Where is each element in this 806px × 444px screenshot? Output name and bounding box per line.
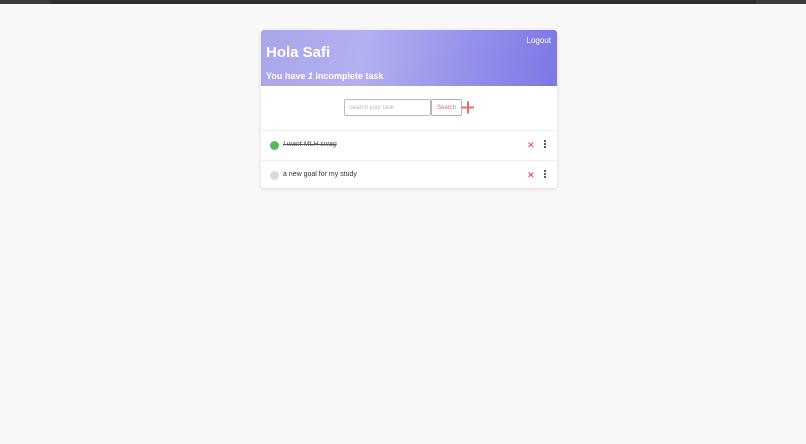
summary-suffix: incomplete task xyxy=(312,71,384,81)
greeting-title: Hola Safi xyxy=(266,44,331,61)
browser-top-bar xyxy=(0,0,806,4)
task-status-toggle[interactable] xyxy=(270,171,279,180)
todo-card: Logout Hola Safi You have 1 incomplete t… xyxy=(261,30,557,188)
search-input[interactable] xyxy=(344,99,431,116)
top-bar-right-segment xyxy=(756,0,806,4)
task-item: a new goal for my study ✕ xyxy=(261,161,557,188)
todo-header: Logout Hola Safi You have 1 incomplete t… xyxy=(261,30,557,86)
close-icon[interactable]: ✕ xyxy=(527,170,535,180)
task-label: I want MLH swag xyxy=(283,141,337,148)
top-bar-left-segment xyxy=(0,0,50,4)
logout-link[interactable]: Logout xyxy=(527,36,551,45)
plus-icon[interactable] xyxy=(462,99,474,116)
incomplete-task-summary: You have 1 incomplete task xyxy=(266,71,383,81)
close-icon[interactable]: ✕ xyxy=(527,140,535,150)
task-status-toggle[interactable] xyxy=(270,141,279,150)
task-label: a new goal for my study xyxy=(283,171,357,178)
more-vertical-icon[interactable] xyxy=(543,170,547,180)
task-item: I want MLH swag ✕ xyxy=(261,131,557,161)
more-vertical-icon[interactable] xyxy=(543,140,547,150)
search-row: Search xyxy=(261,86,557,131)
summary-prefix: You have xyxy=(266,71,308,81)
search-button[interactable]: Search xyxy=(431,99,462,116)
